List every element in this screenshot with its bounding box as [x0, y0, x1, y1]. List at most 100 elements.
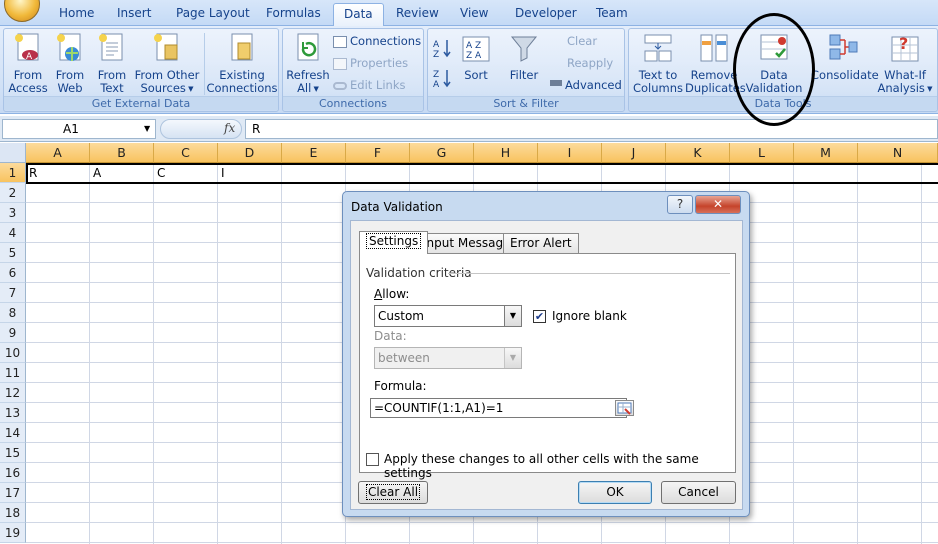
- group-label-sort-filter: Sort & Filter: [428, 96, 624, 110]
- row-header-2[interactable]: 2: [0, 183, 26, 203]
- close-button[interactable]: ✕: [695, 195, 741, 214]
- cell-a1[interactable]: R: [29, 166, 37, 180]
- tab-page-layout[interactable]: Page Layout: [176, 6, 250, 20]
- help-button[interactable]: ?: [667, 195, 693, 214]
- consolidate-button[interactable]: Consolidate: [811, 31, 879, 82]
- refresh-all-button[interactable]: Refresh All ▼: [285, 31, 331, 96]
- row-header-17[interactable]: 17: [0, 483, 26, 503]
- row-header-15[interactable]: 15: [0, 443, 26, 463]
- tab-error-alert[interactable]: Error Alert: [503, 233, 579, 253]
- cell-d1[interactable]: I: [221, 166, 225, 180]
- column-header-m[interactable]: M: [794, 143, 858, 163]
- column-header-d[interactable]: D: [218, 143, 282, 163]
- text-to-columns-icon: [644, 34, 672, 62]
- column-header-c[interactable]: C: [154, 143, 218, 163]
- sort-z-to-a-button[interactable]: ZA: [432, 67, 452, 90]
- ribbon: A From Access From Web From Text From Other…: [0, 26, 938, 114]
- formula-field[interactable]: =COUNTIF(1:1,A1)=1: [370, 398, 634, 418]
- cell-c1[interactable]: C: [157, 166, 165, 180]
- row-header-1[interactable]: 1: [0, 163, 26, 183]
- office-button-icon[interactable]: [4, 0, 40, 22]
- remove-duplicates-button[interactable]: Remove Duplicates: [685, 31, 746, 95]
- tab-developer[interactable]: Developer: [515, 6, 577, 20]
- row-header-6[interactable]: 6: [0, 263, 26, 283]
- group-label-connections: Connections: [283, 96, 423, 110]
- other-sources-icon: [154, 33, 178, 61]
- tab-view[interactable]: View: [460, 6, 488, 20]
- cell-b1[interactable]: A: [93, 166, 101, 180]
- chevron-down-icon[interactable]: ▼: [504, 306, 521, 326]
- row-header-4[interactable]: 4: [0, 223, 26, 243]
- sort-a-to-z-button[interactable]: AZ: [432, 37, 452, 60]
- sort-dialog-icon: A ZZ A: [462, 36, 490, 62]
- ignore-blank-checkbox[interactable]: ✔: [533, 310, 546, 323]
- reapply-button[interactable]: Reapply: [550, 54, 613, 72]
- gridline-vertical: [217, 163, 218, 544]
- ok-button[interactable]: OK: [578, 481, 652, 504]
- advanced-button[interactable]: Advanced: [550, 76, 622, 94]
- svg-text:A: A: [26, 52, 33, 62]
- row-header-14[interactable]: 14: [0, 423, 26, 443]
- from-web-button[interactable]: From Web: [50, 31, 90, 95]
- collapse-dialog-button[interactable]: [615, 400, 634, 416]
- group-label-get-external-data: Get External Data: [4, 96, 278, 110]
- from-other-sources-button[interactable]: From Other Sources ▼: [132, 31, 202, 96]
- dropdown-arrow-icon: ▼: [924, 85, 933, 93]
- from-access-button[interactable]: A From Access: [7, 31, 49, 95]
- allow-select[interactable]: Custom ▼: [374, 305, 522, 327]
- text-to-columns-button[interactable]: Text to Columns: [631, 31, 685, 95]
- select-all-corner[interactable]: [0, 143, 26, 163]
- filter-button[interactable]: Filter: [506, 31, 542, 82]
- column-header-e[interactable]: E: [282, 143, 346, 163]
- formula-input[interactable]: R: [245, 119, 938, 139]
- ignore-blank-label: Ignore blank: [552, 309, 627, 323]
- column-header-n[interactable]: N: [858, 143, 938, 163]
- tab-settings[interactable]: Settings: [359, 231, 429, 254]
- tab-data[interactable]: Data: [333, 3, 384, 27]
- column-header-g[interactable]: G: [410, 143, 474, 163]
- row-header-19[interactable]: 19: [0, 523, 26, 543]
- existing-connections-button[interactable]: Existing Connections: [206, 31, 278, 95]
- insert-function-icon[interactable]: fx: [224, 121, 235, 135]
- column-header-k[interactable]: K: [666, 143, 730, 163]
- row-header-18[interactable]: 18: [0, 503, 26, 523]
- column-header-b[interactable]: B: [90, 143, 154, 163]
- settings-panel: Validation criteria Allow: Custom ▼ ✔ Ig…: [359, 253, 736, 480]
- clear-button[interactable]: Clear: [550, 32, 597, 50]
- column-header-h[interactable]: H: [474, 143, 538, 163]
- row-header-3[interactable]: 3: [0, 203, 26, 223]
- connections-icon: [333, 35, 347, 48]
- row-header-12[interactable]: 12: [0, 383, 26, 403]
- apply-all-checkbox[interactable]: [366, 453, 379, 466]
- cancel-button[interactable]: Cancel: [661, 481, 736, 504]
- row-header-10[interactable]: 10: [0, 343, 26, 363]
- column-header-a[interactable]: A: [26, 143, 90, 163]
- tab-review[interactable]: Review: [396, 6, 439, 20]
- from-text-button[interactable]: From Text: [92, 31, 132, 95]
- row-header-13[interactable]: 13: [0, 403, 26, 423]
- what-if-analysis-button[interactable]: ? What-If Analysis ▼: [875, 31, 935, 96]
- sort-button[interactable]: A ZZ A Sort: [458, 31, 494, 82]
- row-header-9[interactable]: 9: [0, 323, 26, 343]
- properties-button[interactable]: Properties: [333, 54, 408, 72]
- tab-insert[interactable]: Insert: [117, 6, 151, 20]
- tab-formulas[interactable]: Formulas: [266, 6, 321, 20]
- tab-home[interactable]: Home: [59, 6, 94, 20]
- column-header-j[interactable]: J: [602, 143, 666, 163]
- row-header-11[interactable]: 11: [0, 363, 26, 383]
- range-select-icon: [617, 402, 632, 415]
- column-header-l[interactable]: L: [730, 143, 794, 163]
- row-header-8[interactable]: 8: [0, 303, 26, 323]
- row-header-7[interactable]: 7: [0, 283, 26, 303]
- row-header-5[interactable]: 5: [0, 243, 26, 263]
- tab-team[interactable]: Team: [596, 6, 628, 20]
- row-header-16[interactable]: 16: [0, 463, 26, 483]
- name-box-dropdown-icon[interactable]: ▼: [144, 124, 150, 133]
- connections-button[interactable]: Connections: [333, 32, 421, 50]
- clear-all-button[interactable]: Clear All: [358, 481, 428, 504]
- gridline-vertical: [857, 163, 858, 544]
- edit-links-button[interactable]: Edit Links: [333, 76, 405, 94]
- column-header-i[interactable]: I: [538, 143, 602, 163]
- column-header-f[interactable]: F: [346, 143, 410, 163]
- name-box[interactable]: A1: [2, 119, 156, 139]
